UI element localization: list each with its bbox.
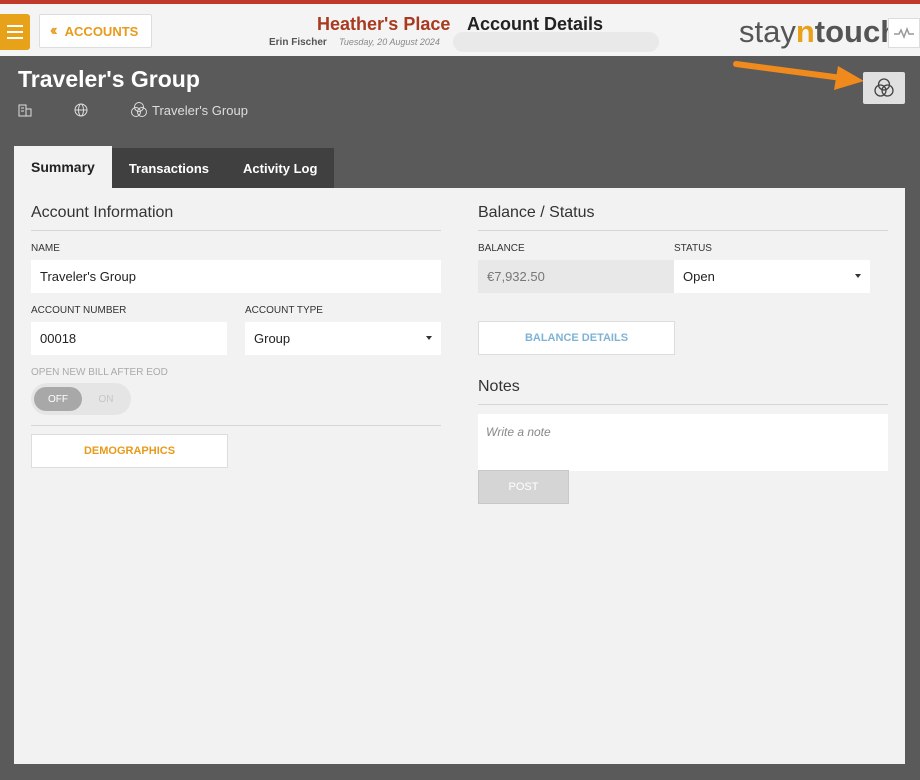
account-number-label: ACCOUNT NUMBER [31, 305, 127, 316]
group-link[interactable]: Traveler's Group [152, 103, 248, 118]
account-type-select[interactable]: Group [245, 322, 441, 355]
open-new-bill-toggle[interactable]: OFF ON [31, 383, 131, 415]
balance-status-title: Balance / Status [478, 204, 595, 221]
caret-down-icon [426, 336, 432, 340]
back-button-label: ACCOUNTS [64, 23, 139, 39]
balance-label: BALANCE [478, 243, 525, 254]
tab-summary[interactable]: Summary [14, 146, 112, 188]
status-label: STATUS [674, 243, 712, 254]
note-input[interactable]: Write a note [478, 414, 888, 471]
account-title: Traveler's Group [18, 66, 200, 92]
demographics-button[interactable]: DEMOGRAPHICS [31, 434, 228, 468]
toggle-off[interactable]: OFF [34, 387, 82, 411]
tab-transactions[interactable]: Transactions [111, 148, 227, 188]
divider [478, 230, 888, 231]
user-name: Erin Fischer [269, 37, 327, 48]
group-switch-button[interactable] [863, 72, 905, 104]
divider [31, 425, 441, 426]
toggle-on[interactable]: ON [89, 387, 123, 411]
divider [31, 230, 441, 231]
balance-field: €7,932.50 [478, 260, 674, 293]
open-new-bill-label: OPEN NEW BILL AFTER EOD [31, 367, 168, 378]
stayntouch-logo: stayntouch [739, 14, 900, 49]
pulse-icon [894, 27, 914, 39]
annotation-arrow-icon [733, 61, 864, 90]
account-type-label: ACCOUNT TYPE [245, 305, 323, 316]
header-search-bar[interactable] [453, 32, 659, 52]
activity-pulse-button[interactable] [888, 18, 920, 48]
post-note-button[interactable]: POST [478, 470, 569, 504]
caret-down-icon [855, 274, 861, 278]
hotel-name: Heather's Place [317, 14, 451, 34]
notes-title: Notes [478, 378, 520, 395]
tab-bar: Summary Transactions Activity Log [14, 146, 335, 188]
hamburger-icon [7, 25, 23, 27]
divider [478, 404, 888, 405]
name-field[interactable]: Traveler's Group [31, 260, 441, 293]
group-icon [874, 78, 894, 97]
double-chevron-left-icon: ‹‹ [50, 22, 57, 39]
group-icon [130, 102, 148, 118]
name-label: NAME [31, 243, 60, 254]
account-information-title: Account Information [31, 204, 174, 221]
status-select[interactable]: Open [674, 260, 870, 293]
summary-panel: Account Information NAME Traveler's Grou… [14, 188, 905, 764]
balance-details-button[interactable]: BALANCE DETAILS [478, 321, 675, 355]
tab-activity-log[interactable]: Activity Log [226, 148, 335, 188]
top-bar: ‹‹ ACCOUNTS Heather's Place Account Deta… [0, 0, 920, 56]
back-to-accounts-button[interactable]: ‹‹ ACCOUNTS [39, 14, 152, 48]
globe-icon[interactable] [74, 103, 88, 117]
menu-button[interactable] [0, 14, 30, 50]
account-meta-row: Traveler's Group [18, 102, 248, 118]
business-date: Tuesday, 20 August 2024 [339, 37, 440, 47]
account-number-field[interactable]: 00018 [31, 322, 227, 355]
building-icon[interactable] [18, 103, 32, 117]
